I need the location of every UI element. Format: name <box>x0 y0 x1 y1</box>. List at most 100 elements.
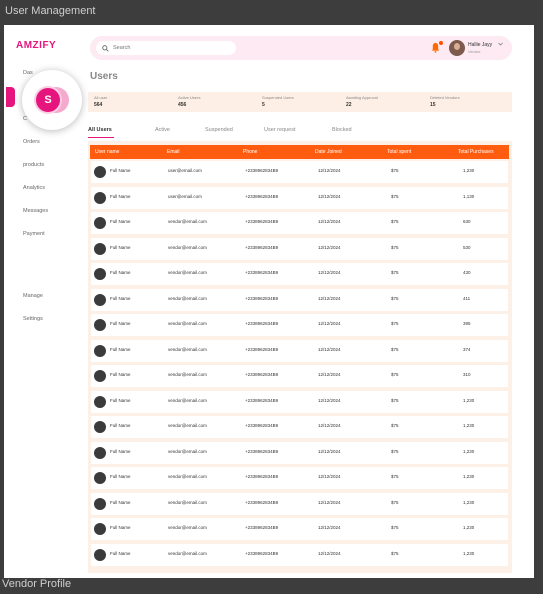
sidebar-item-settings[interactable]: Settings <box>23 316 43 322</box>
user-avatar-icon <box>94 370 106 382</box>
cell-user-name: Full Name <box>110 525 131 530</box>
cell-total-spent: $75 <box>391 550 399 556</box>
table-row[interactable]: Full Name vendor@email.com +2338962834B9 12… <box>91 314 508 336</box>
cell-total-purchases: 310 <box>463 372 471 377</box>
sidebar-item-orders[interactable]: Orders <box>23 139 40 145</box>
cell-phone: +2338962834B9 <box>245 219 279 224</box>
cell-total-purchases: 1,230 <box>463 423 475 428</box>
user-avatar[interactable] <box>449 40 465 56</box>
table-row[interactable]: Full Name vendor@email.com +2338962834B9 12… <box>91 263 508 285</box>
header-date-joined[interactable]: Date Joined <box>315 149 342 155</box>
sidebar-item-messages[interactable]: Messages <box>23 208 48 214</box>
profile-avatar-button[interactable]: S <box>36 88 60 112</box>
table-row[interactable]: Full Name vendor@email.com +2338962834B9 12… <box>91 416 508 438</box>
table-row[interactable]: Full Name vendor@email.com +2338962834B9 12… <box>91 365 508 387</box>
cell-date-joined: 12/12/2024 <box>318 193 341 199</box>
chevron-down-icon[interactable] <box>498 42 503 46</box>
header-phone[interactable]: Phone <box>243 149 257 155</box>
cell-date-joined: 12/12/2024 <box>318 448 341 454</box>
cell-user-name: Full Name <box>110 346 131 352</box>
tab-suspended[interactable]: Suspended <box>205 127 233 133</box>
cell-total-purchases: 1,230 <box>463 397 475 403</box>
cell-email: vendor@email.com <box>168 321 207 326</box>
user-avatar-icon <box>94 497 106 510</box>
search-icon <box>102 44 109 52</box>
cell-phone: +2338962834B9 <box>245 168 279 173</box>
cell-total-spent: $75 <box>391 244 399 250</box>
cell-total-spent: $75 <box>391 372 399 377</box>
sidebar-item-analytics[interactable]: Analytics <box>23 185 45 191</box>
search-bar[interactable] <box>96 41 236 55</box>
table-row[interactable]: Full Name vendor@email.com +2338962834B9 12… <box>91 492 508 515</box>
cell-user-name: Full Name <box>110 448 131 454</box>
cell-date-joined: 12/12/2024 <box>318 244 341 250</box>
header-user-name[interactable]: User name <box>95 149 119 155</box>
cell-total-spent: $75 <box>391 270 399 275</box>
cell-date-joined: 12/12/2024 <box>318 499 341 505</box>
cell-phone: +2338962834B9 <box>245 244 279 250</box>
cell-date-joined: 12/12/2024 <box>318 550 341 556</box>
cell-date-joined: 12/12/2024 <box>318 321 341 326</box>
tab-active[interactable]: Active <box>155 127 170 133</box>
table-row[interactable]: Full Name vendor@email.com +2338962834B9 12… <box>91 441 508 464</box>
cell-phone: +2338962834B9 <box>245 525 279 530</box>
header-email[interactable]: Email <box>167 149 180 155</box>
cell-user-name: Full Name <box>110 423 131 428</box>
cell-date-joined: 12/12/2024 <box>318 270 341 275</box>
cell-total-purchases: 1,230 <box>463 550 475 556</box>
table-row[interactable]: Full Name user@email.com +2338962834B9 12/1… <box>91 161 508 183</box>
table-row[interactable]: Full Name vendor@email.com +2338962834B9 12… <box>91 467 508 489</box>
header-total-spent[interactable]: Total spent <box>387 149 411 155</box>
tab-blocked[interactable]: Blocked <box>332 127 352 133</box>
page-title: Users <box>90 71 118 82</box>
tab-user-request[interactable]: User request <box>264 127 296 133</box>
cell-total-spent: $75 <box>391 346 399 352</box>
cell-user-name: Full Name <box>110 372 131 377</box>
cell-total-purchases: 1,230 <box>463 474 475 479</box>
table-row[interactable]: Full Name vendor@email.com +2338962834B9 12… <box>91 543 508 566</box>
cell-total-spent: $75 <box>391 219 399 224</box>
table-row[interactable]: Full Name vendor@email.com +2338962834B9 12… <box>91 237 508 260</box>
cell-total-purchases: 1,130 <box>463 193 475 199</box>
stat-label: Deleted Vendors <box>430 95 460 100</box>
search-input[interactable] <box>113 45 223 51</box>
cell-phone: +2338962834B9 <box>245 346 279 352</box>
app-logo: AMZIFY <box>16 40 57 51</box>
cell-user-name: Full Name <box>110 321 131 326</box>
cell-date-joined: 12/12/2024 <box>318 397 341 403</box>
cell-total-spent: $75 <box>391 474 399 479</box>
table-row[interactable]: Full Name vendor@email.com +2338962834B9 12… <box>91 518 508 540</box>
active-nav-indicator <box>6 87 15 107</box>
table-row[interactable]: Full Name user@email.com +2338962834B9 12/1… <box>91 186 508 209</box>
sidebar-item-dashboard[interactable]: Das <box>23 70 33 76</box>
table-row[interactable]: Full Name vendor@email.com +2338962834B9 12… <box>91 339 508 362</box>
table-row[interactable]: Full Name vendor@email.com +2338962834B9 12… <box>91 288 508 311</box>
user-avatar-icon <box>94 421 106 433</box>
stat-value: 15 <box>430 102 436 108</box>
cell-total-purchases: 630 <box>463 219 471 224</box>
cell-phone: +2338962834B9 <box>245 550 279 556</box>
cell-email: vendor@email.com <box>168 397 207 403</box>
cell-total-spent: $75 <box>391 448 399 454</box>
sidebar-item-manage[interactable]: Manage <box>23 293 43 299</box>
sidebar-item-payment[interactable]: Payment <box>23 231 45 237</box>
users-table: User name Email Phone Date Joined Total … <box>88 141 512 573</box>
cell-user-name: Full Name <box>110 295 131 301</box>
header-total-purchases[interactable]: Total Purchases <box>458 149 494 155</box>
cell-total-purchases: 1,230 <box>463 499 475 505</box>
cell-total-purchases: 411 <box>463 295 471 301</box>
user-avatar-icon <box>94 446 106 459</box>
cell-date-joined: 12/12/2024 <box>318 295 341 301</box>
table-row[interactable]: Full Name vendor@email.com +2338962834B9 12… <box>91 390 508 413</box>
user-avatar-icon <box>94 395 106 408</box>
cell-email: vendor@email.com <box>168 474 207 479</box>
cell-total-purchases: 530 <box>463 244 471 250</box>
table-row[interactable]: Full Name vendor@email.com +2338962834B9 12… <box>91 212 508 234</box>
tab-all-users[interactable]: All Users <box>88 127 112 133</box>
cell-email: vendor@email.com <box>168 270 207 275</box>
cell-email: vendor@email.com <box>168 244 207 250</box>
cell-user-name: Full Name <box>110 219 131 224</box>
cell-user-name: Full Name <box>110 270 131 275</box>
sidebar-item-products[interactable]: products <box>23 162 44 168</box>
cell-phone: +2338962834B9 <box>245 372 279 377</box>
